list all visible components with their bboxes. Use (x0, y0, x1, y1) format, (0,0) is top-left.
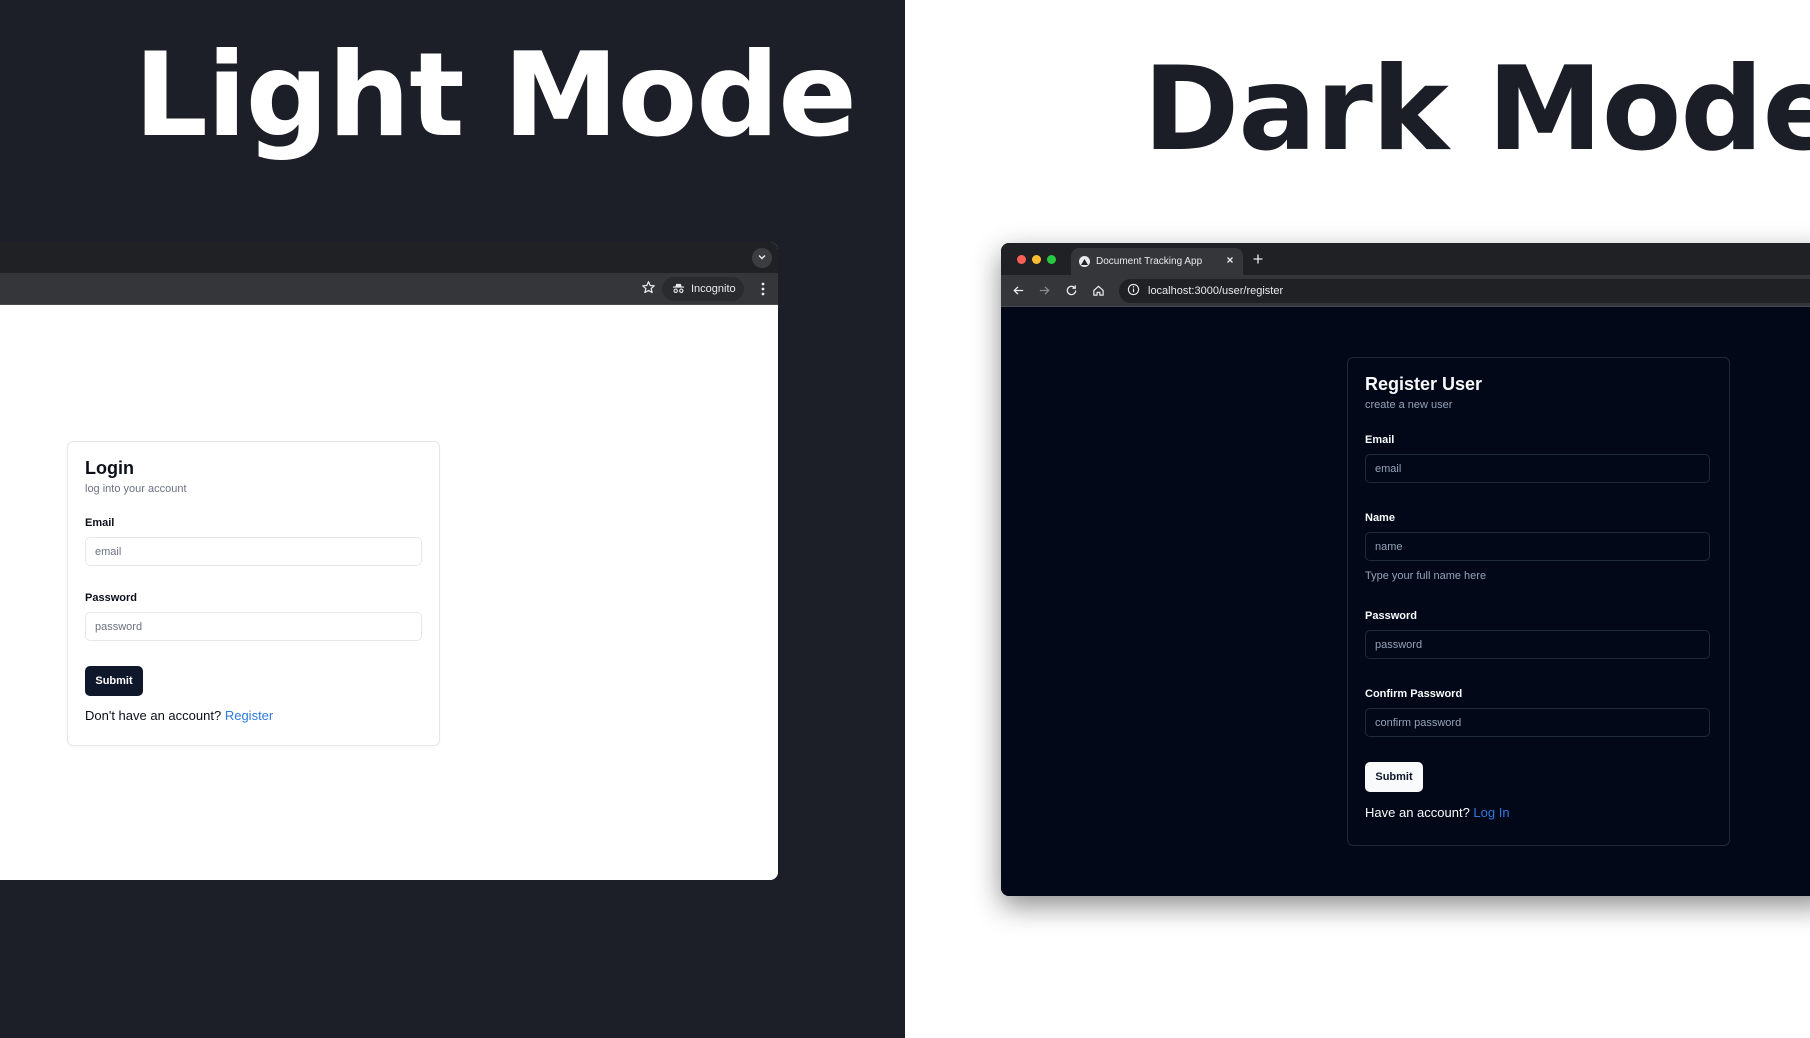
card-subtitle: log into your account (85, 483, 187, 495)
incognito-badge[interactable]: Incognito (662, 277, 744, 301)
light-browser-window: Incognito Login log into your account Em… (0, 242, 778, 880)
name-label: Name (1365, 512, 1395, 524)
forward-icon[interactable] (1038, 284, 1051, 302)
password-label: Password (1365, 610, 1417, 622)
footer-prompt: Don't have an account? (85, 708, 222, 723)
password-placeholder: password (1375, 638, 1423, 651)
email-field[interactable]: email (1365, 454, 1710, 483)
register-card: Register User create a new user Email em… (1347, 357, 1730, 846)
url-text: localhost:3000/user/register (1148, 285, 1284, 297)
footer-text: Have an account? Log In (1365, 805, 1510, 820)
tab-document-tracking[interactable]: Document Tracking App (1071, 248, 1243, 275)
confirm-password-field[interactable]: confirm password (1365, 708, 1710, 737)
tab-search-button[interactable] (752, 248, 772, 268)
footer-prompt: Have an account? (1365, 805, 1470, 820)
email-placeholder: email (95, 545, 122, 558)
email-field[interactable]: email (85, 537, 422, 566)
minimize-window-button[interactable] (1032, 255, 1041, 264)
site-info-icon[interactable] (1127, 283, 1140, 299)
login-link[interactable]: Log In (1473, 805, 1509, 820)
dark-browser-window: Document Tracking App localhost:3000/use… (1001, 243, 1810, 896)
plus-icon[interactable] (1252, 252, 1264, 270)
tab-strip: Document Tracking App (1001, 243, 1810, 275)
close-window-button[interactable] (1017, 255, 1026, 264)
address-bar[interactable]: localhost:3000/user/register (1119, 279, 1810, 303)
confirm-password-placeholder: confirm password (1375, 716, 1462, 729)
tab-title: Document Tracking App (1096, 256, 1203, 267)
maximize-window-button[interactable] (1047, 255, 1056, 264)
favicon-icon (1079, 256, 1090, 267)
card-subtitle: create a new user (1365, 399, 1453, 411)
password-label: Password (85, 592, 137, 604)
page-viewport: Login log into your account Email email … (0, 306, 778, 880)
password-field[interactable]: password (85, 612, 422, 641)
tab-strip (0, 242, 778, 273)
dark-mode-headline: Dark Mode (1143, 42, 1810, 177)
submit-button[interactable]: Submit (85, 666, 143, 696)
chevron-down-icon (757, 249, 767, 267)
submit-button[interactable]: Submit (1365, 762, 1423, 792)
home-icon[interactable] (1092, 284, 1105, 302)
email-label: Email (85, 517, 115, 529)
email-placeholder: email (1375, 462, 1402, 475)
login-card: Login log into your account Email email … (67, 441, 440, 746)
name-placeholder: name (1375, 540, 1403, 553)
password-field[interactable]: password (1365, 630, 1710, 659)
star-icon[interactable] (641, 280, 656, 300)
light-mode-headline: Light Mode (134, 28, 857, 163)
card-title: Register User (1365, 374, 1483, 394)
back-icon[interactable] (1012, 284, 1025, 302)
incognito-label: Incognito (691, 283, 736, 295)
card-title: Login (85, 458, 134, 478)
browser-toolbar: localhost:3000/user/register (1001, 275, 1810, 307)
register-link[interactable]: Register (225, 708, 273, 723)
page-viewport: Register User create a new user Email em… (1001, 307, 1810, 896)
dark-mode-panel: Dark Mode Document Tracking App localhos… (905, 0, 1810, 1038)
name-hint: Type your full name here (1365, 570, 1487, 582)
light-mode-panel: Light Mode Incognito Login log into your… (0, 0, 905, 1038)
incognito-icon (672, 282, 685, 297)
footer-text: Don't have an account? Register (85, 708, 273, 723)
close-icon[interactable] (1225, 255, 1235, 268)
reload-icon[interactable] (1065, 284, 1078, 302)
more-vert-icon[interactable] (760, 281, 766, 302)
password-placeholder: password (95, 620, 143, 633)
email-label: Email (1365, 434, 1395, 446)
browser-toolbar: Incognito (0, 273, 778, 305)
confirm-password-label: Confirm Password (1365, 688, 1463, 700)
name-field[interactable]: name (1365, 532, 1710, 561)
